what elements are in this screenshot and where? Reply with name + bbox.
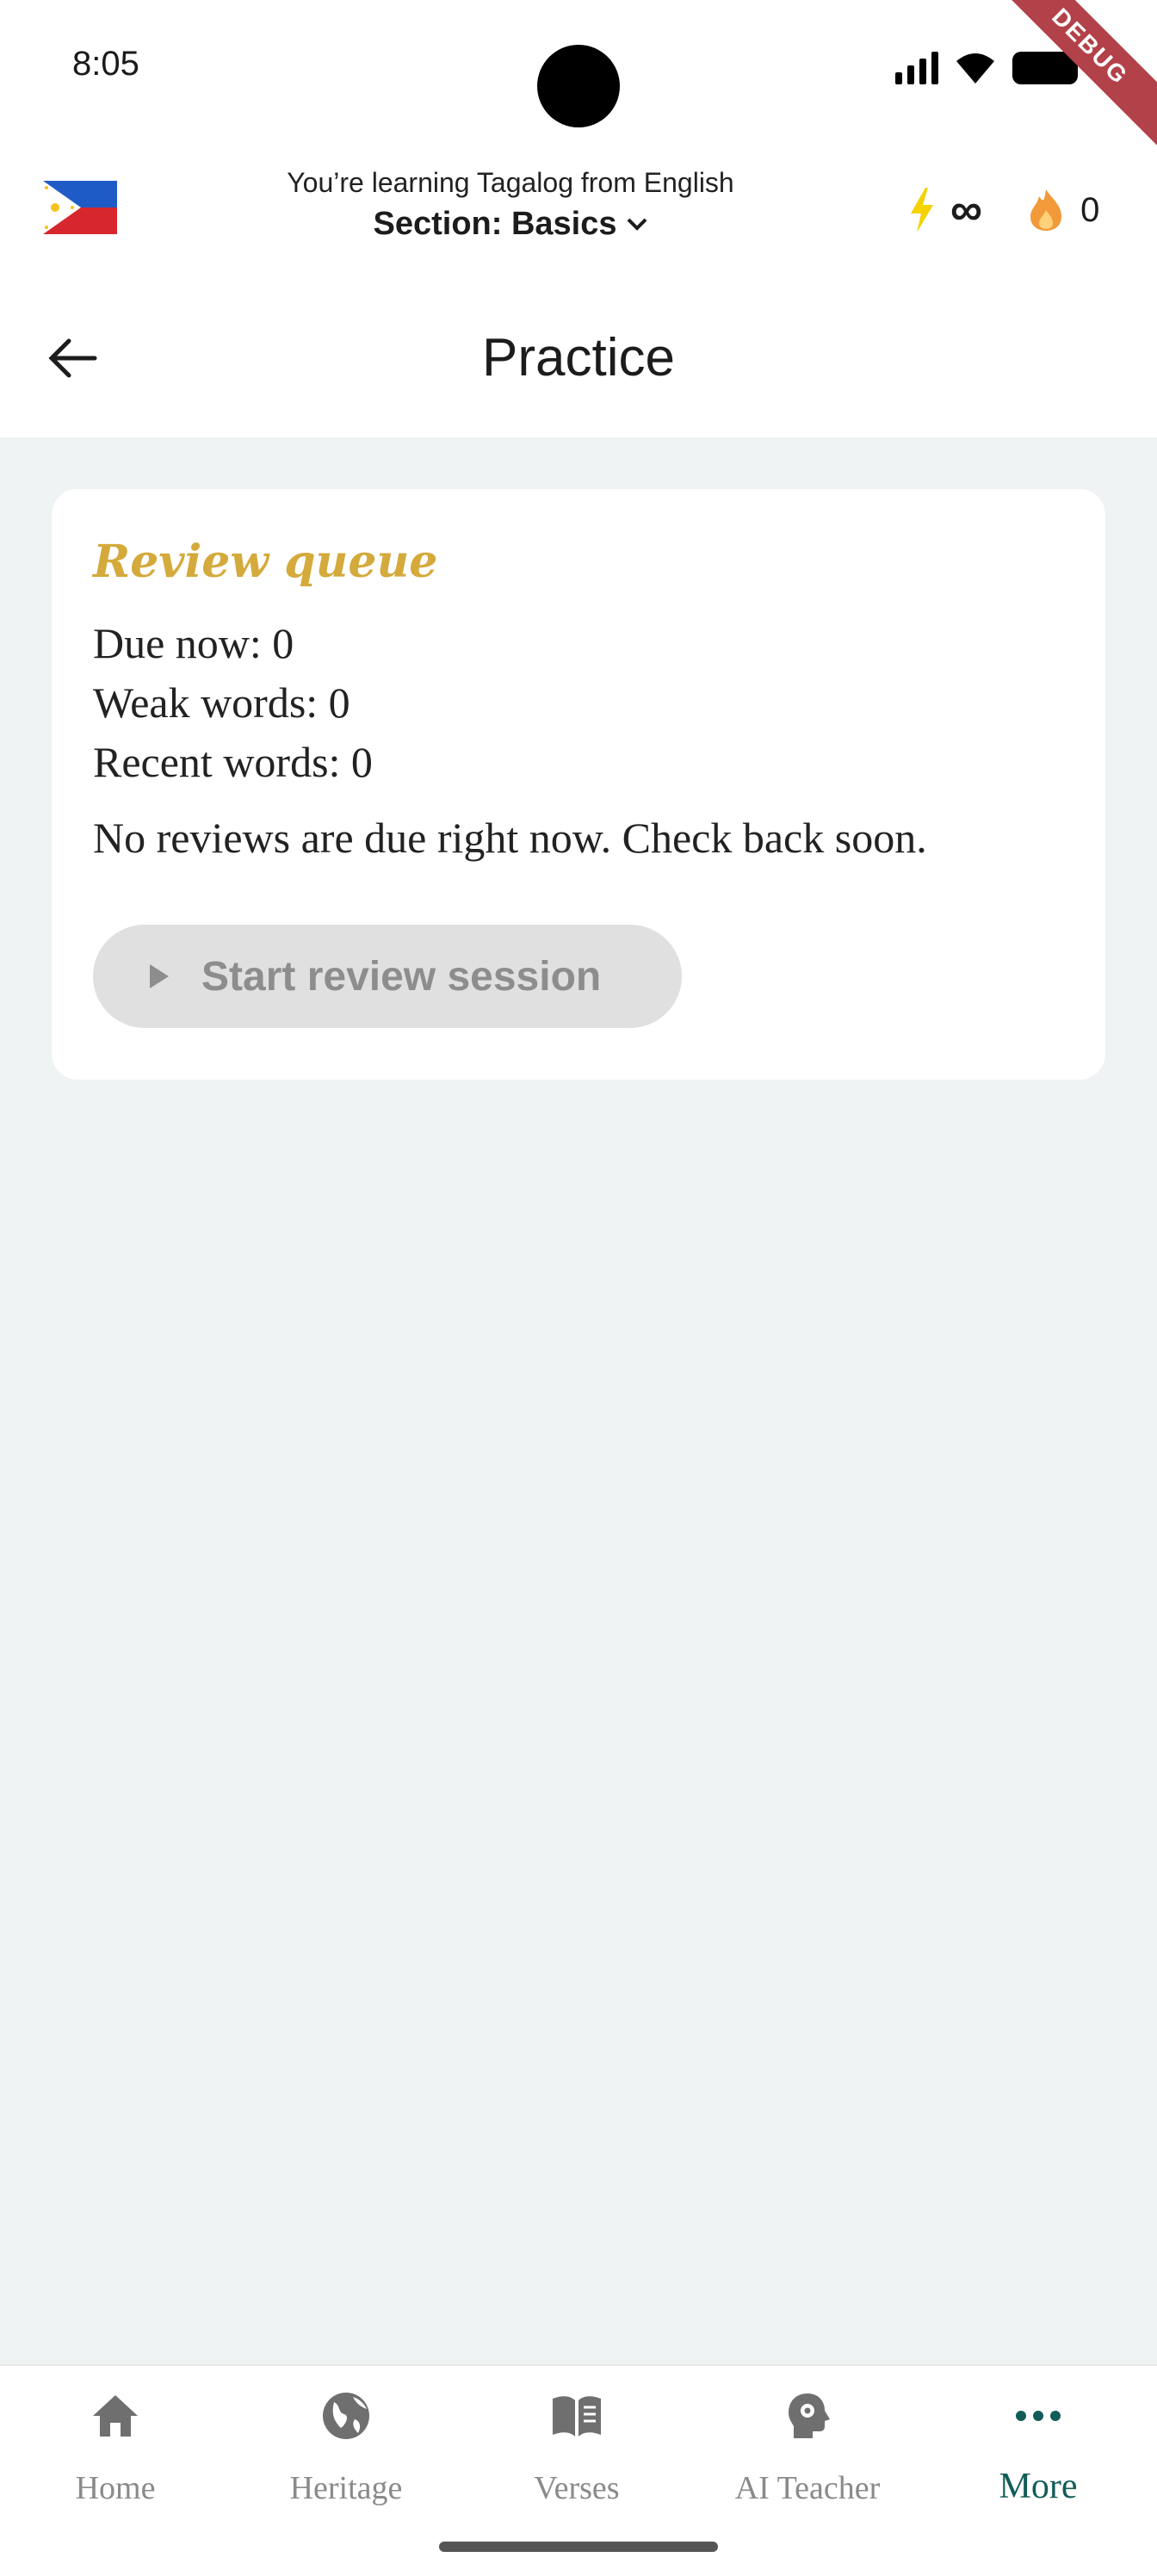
start-review-label: Start review session <box>201 953 602 1000</box>
nav-verses-label: Verses <box>534 2470 620 2506</box>
status-time: 8:05 <box>72 45 139 83</box>
flame-icon <box>1030 189 1062 231</box>
nav-ai-teacher[interactable]: AI Teacher <box>692 2366 923 2538</box>
more-icon <box>1016 2411 1061 2421</box>
camera-cutout <box>537 45 620 127</box>
no-reviews-message: No reviews are due right now. Check back… <box>93 814 927 862</box>
book-icon <box>553 2396 601 2437</box>
philippines-flag-icon[interactable] <box>43 181 117 234</box>
status-icons <box>895 46 1078 90</box>
stats: ∞ 0 <box>909 184 1099 236</box>
nav-more-label: More <box>999 2467 1078 2506</box>
streak-stat[interactable]: 0 <box>1027 188 1099 232</box>
review-queue-card: Review queue Due now: 0 Weak words: 0 Re… <box>52 489 1105 1080</box>
practice-screen: 8:05 DEBUG You’re learning Tagalog from … <box>0 0 1157 2576</box>
chevron-down-icon <box>627 218 647 231</box>
streak-value: 0 <box>1080 190 1100 229</box>
status-bar: 8:05 DEBUG <box>0 0 1157 166</box>
globe-icon <box>323 2393 369 2439</box>
nav-home-label: Home <box>75 2470 156 2506</box>
nav-verses[interactable]: Verses <box>461 2366 692 2538</box>
ai-head-icon <box>789 2393 830 2438</box>
section-label: Section: Basics <box>373 206 617 242</box>
weak-words-count: Weak words: 0 <box>93 678 350 727</box>
nav-heritage[interactable]: Heritage <box>231 2366 461 2538</box>
nav-ai-teacher-label: AI Teacher <box>734 2470 881 2506</box>
recent-words-count: Recent words: 0 <box>93 738 373 786</box>
lightning-icon <box>911 188 933 232</box>
course-info: You’re learning Tagalog from English Sec… <box>250 167 771 243</box>
section-selector[interactable]: Section: Basics <box>374 206 648 243</box>
app-bar: Practice <box>0 276 1157 437</box>
nav-heritage-label: Heritage <box>289 2470 403 2506</box>
energy-stat[interactable]: ∞ <box>909 184 982 236</box>
signal-icon <box>895 52 938 84</box>
wifi-icon <box>956 53 994 84</box>
energy-value: ∞ <box>950 185 983 235</box>
home-indicator[interactable] <box>439 2542 718 2552</box>
page-title: Practice <box>482 328 675 387</box>
due-now-count: Due now: 0 <box>93 619 294 667</box>
course-subtitle: You’re learning Tagalog from English <box>287 167 734 198</box>
home-icon <box>93 2395 138 2437</box>
card-title: Review queue <box>93 536 438 588</box>
start-review-button[interactable]: Start review session <box>93 925 682 1028</box>
bottom-nav: Home Heritage Verses AI Teacher More <box>0 2364 1157 2576</box>
nav-more[interactable]: More <box>923 2366 1154 2538</box>
course-header: You’re learning Tagalog from English Sec… <box>0 146 1157 276</box>
nav-home[interactable]: Home <box>0 2366 231 2538</box>
play-icon <box>150 964 169 988</box>
